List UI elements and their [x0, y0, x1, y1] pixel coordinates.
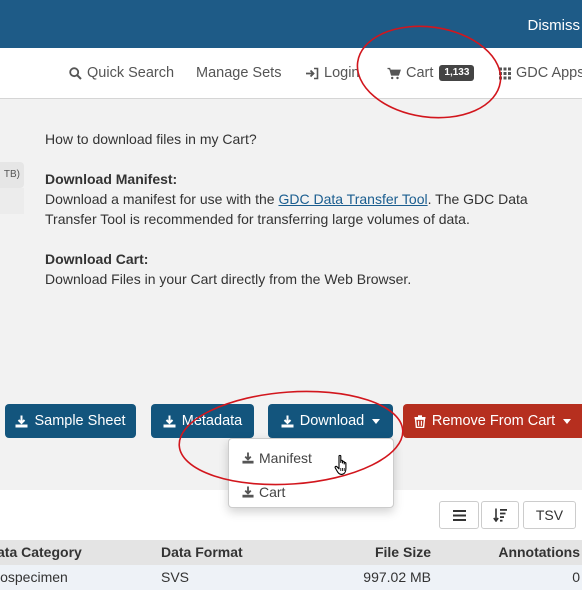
cart-link[interactable]: Cart 1,133	[387, 65, 475, 81]
login-label: Login	[324, 65, 360, 81]
help-question: How to download files in my Cart?	[45, 131, 257, 147]
login-link[interactable]: Login	[305, 65, 359, 81]
quick-search-label: Quick Search	[87, 65, 175, 81]
cart-help: Download Cart: Download Files in your Ca…	[45, 249, 565, 289]
list-view-button[interactable]	[439, 501, 479, 529]
cell-file-size: 997.02 MB	[363, 569, 431, 585]
remove-from-cart-label: Remove From Cart	[431, 413, 556, 429]
cell-data-category: iospecimen	[0, 569, 68, 585]
column-header-annotations[interactable]: Annotations	[498, 544, 580, 560]
sort-button[interactable]	[481, 501, 519, 529]
trash-icon	[414, 414, 426, 428]
cart-icon	[387, 67, 401, 79]
search-icon	[69, 66, 82, 80]
grid-icon	[499, 67, 511, 79]
cart-content: TB) How to download files in my Cart? Do…	[0, 99, 582, 490]
metadata-button[interactable]: Metadata	[151, 404, 254, 438]
download-icon	[242, 486, 254, 498]
cell-data-format: SVS	[161, 569, 190, 585]
cart-help-title: Download Cart:	[45, 251, 149, 267]
cell-annotations[interactable]: 0	[572, 569, 580, 585]
quick-search-link[interactable]: Quick Search	[69, 65, 174, 81]
manage-sets-label: Manage Sets	[196, 65, 282, 81]
gdc-apps-link[interactable]: GDC Apps	[499, 65, 582, 81]
notification-banner: Dismiss	[0, 0, 582, 48]
side-summary-tag-lower	[0, 188, 24, 214]
metadata-label: Metadata	[181, 413, 243, 429]
manifest-label: Manifest	[259, 450, 312, 466]
manage-sets-link[interactable]: Manage Sets	[196, 65, 281, 81]
sample-sheet-label: Sample Sheet	[34, 413, 126, 429]
dismiss-button[interactable]: Dismiss	[528, 17, 581, 34]
hand-cursor-icon	[334, 454, 347, 475]
download-menu: Manifest Cart	[228, 438, 394, 508]
cart-help-description: Download Files in your Cart directly fro…	[45, 271, 412, 287]
cart-item-label: Cart	[259, 484, 286, 500]
sort-icon	[493, 508, 507, 522]
cart-label: Cart	[406, 65, 434, 81]
tsv-label: TSV	[535, 507, 564, 523]
list-icon	[452, 509, 466, 521]
tsv-export-button[interactable]: TSV	[523, 501, 576, 529]
cart-count-badge: 1,133	[439, 65, 475, 81]
top-navigation: Quick Search Manage Sets Login Cart 1,13…	[0, 48, 582, 99]
column-header-file-size[interactable]: File Size	[375, 544, 431, 560]
manifest-description: Download a manifest for use with the GDC…	[45, 191, 528, 227]
column-header-data-category[interactable]: ata Category	[0, 544, 82, 560]
remove-from-cart-button[interactable]: Remove From Cart	[403, 404, 582, 438]
download-icon	[242, 452, 254, 464]
caret-down-icon	[563, 418, 572, 424]
download-help: How to download files in my Cart? Downlo…	[45, 129, 565, 309]
caret-down-icon	[372, 418, 381, 424]
table-header: ata Category Data Format File Size Annot…	[0, 540, 582, 565]
side-summary-tag: TB)	[0, 162, 24, 188]
sign-in-icon	[306, 67, 319, 79]
column-header-data-format[interactable]: Data Format	[161, 544, 243, 560]
download-manifest-item[interactable]: Manifest	[242, 450, 312, 466]
manifest-help: Download Manifest: Download a manifest f…	[45, 169, 565, 229]
download-icon	[15, 415, 28, 427]
download-dropdown-button[interactable]: Download	[268, 404, 393, 438]
sample-sheet-button[interactable]: Sample Sheet	[5, 404, 136, 438]
table-row: iospecimen SVS 997.02 MB 0	[0, 565, 582, 590]
download-cart-item[interactable]: Cart	[242, 484, 285, 500]
download-label: Download	[299, 413, 365, 429]
download-icon	[281, 415, 294, 427]
gdc-apps-label: GDC Apps	[516, 65, 582, 81]
manifest-title: Download Manifest:	[45, 171, 178, 187]
download-icon	[163, 415, 176, 427]
data-transfer-tool-link[interactable]: GDC Data Transfer Tool	[278, 191, 427, 207]
